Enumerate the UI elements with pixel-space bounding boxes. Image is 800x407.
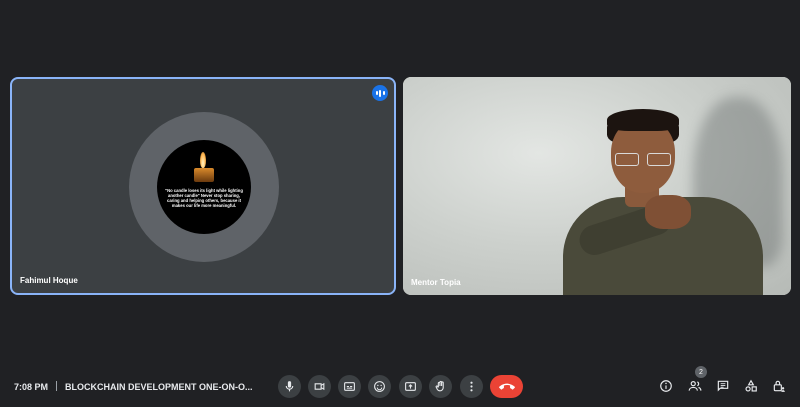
candle-image [194,168,214,182]
microphone-icon [285,381,294,392]
avatar-quote: "No candle loses its light while lightin… [165,188,243,208]
person-hair-top [607,109,679,131]
person-hand [645,195,691,229]
mic-button[interactable] [278,375,301,398]
speaking-indicator-icon [372,85,388,101]
participant-tile-mentor[interactable]: Mentor Topia [403,77,791,295]
reactions-button[interactable] [368,375,391,398]
meeting-details-button[interactable] [656,376,676,396]
end-call-icon [498,383,515,390]
meeting-title: BLOCKCHAIN DEVELOPMENT ONE-ON-O... [65,382,253,392]
person-glasses [615,153,671,166]
meeting-info: 7:08 PM BLOCKCHAIN DEVELOPMENT ONE-ON-O..… [14,381,253,392]
activities-button[interactable] [741,376,761,396]
people-count-badge: 2 [695,366,707,378]
people-button[interactable] [685,376,705,396]
activities-icon [745,379,757,392]
chat-icon [717,380,729,392]
camera-button[interactable] [308,375,331,398]
leave-call-button[interactable] [490,375,523,398]
captions-icon [344,382,355,391]
people-icon [688,381,702,391]
raise-hand-icon [435,380,444,392]
avatar: "No candle loses its light while lightin… [157,140,251,234]
more-options-icon [470,381,473,392]
captions-button[interactable] [338,375,361,398]
participant-name: Mentor Topia [411,278,461,287]
meeting-time: 7:08 PM [14,382,49,392]
divider [56,381,58,391]
participant-name: Fahimul Hoque [20,276,78,285]
bottom-toolbar: 7:08 PM BLOCKCHAIN DEVELOPMENT ONE-ON-O..… [0,366,800,406]
candle-flame [200,152,206,168]
info-icon [660,380,672,392]
more-options-button[interactable] [460,375,483,398]
lock-person-icon [773,380,785,392]
chat-button[interactable] [713,376,733,396]
emoji-icon [374,381,385,392]
participant-tile-fahimul[interactable]: "No candle loses its light while lightin… [10,77,396,295]
raise-hand-button[interactable] [429,375,452,398]
present-button[interactable] [399,375,422,398]
present-screen-icon [405,382,416,391]
camera-icon [314,382,325,391]
host-controls-button[interactable] [769,376,789,396]
